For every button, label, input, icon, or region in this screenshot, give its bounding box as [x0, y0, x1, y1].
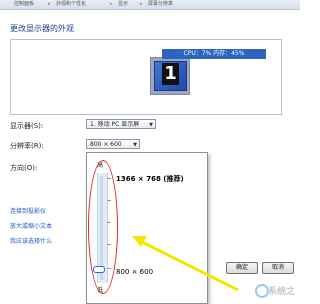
display-label: 显示器(S):	[10, 122, 44, 130]
breadcrumb: 控制面板 ▸ 外观和个性化 ▸ 显示 ▸ 屏幕分辨率	[0, 0, 300, 10]
breadcrumb-separator: ▸	[140, 1, 143, 7]
breadcrumb-item[interactable]: 外观和个性化	[56, 0, 86, 8]
breadcrumb-item[interactable]: 屏幕分辨率	[148, 0, 173, 8]
page-title: 更改显示器的外观	[10, 24, 74, 33]
breadcrumb-separator: ▸	[110, 1, 113, 7]
breadcrumb-separator: ▸	[48, 1, 51, 7]
ok-button[interactable]: 确定	[226, 262, 258, 274]
watermark-logo-icon	[255, 284, 269, 298]
help-choose-link[interactable]: 我应该选择什么	[10, 236, 52, 245]
breadcrumb-item[interactable]: 控制面板	[14, 0, 34, 8]
cancel-button[interactable]: 取消	[262, 262, 294, 274]
resolution-select[interactable]: 800 × 600 ▼	[86, 139, 140, 149]
breadcrumb-item[interactable]: 显示	[118, 0, 128, 8]
resolution-option-recommended[interactable]: 1366 × 768 (推荐)	[116, 174, 184, 184]
orientation-label: 方向(O):	[10, 164, 38, 172]
connect-projector-link[interactable]: 连接到投影仪	[10, 206, 46, 215]
highlight-oval	[88, 160, 118, 294]
display-select-value: 1. 移动 PC 显示屏	[90, 121, 140, 128]
display-select[interactable]: 1. 移动 PC 显示屏 ▼	[86, 119, 156, 129]
text-size-link[interactable]: 放大或缩小文本	[10, 221, 52, 230]
watermark-text: 系统之	[267, 287, 295, 297]
system-monitor-overlay: CPU：7% 内存：45%	[162, 49, 266, 59]
monitor-number: 1	[162, 63, 179, 85]
chevron-down-icon: ▼	[133, 142, 137, 148]
resolution-label: 分辨率(R):	[10, 142, 44, 150]
chevron-down-icon: ▼	[149, 122, 153, 128]
resolution-select-value: 800 × 600	[90, 141, 122, 148]
resolution-option-current[interactable]: 800 × 600	[116, 268, 153, 276]
